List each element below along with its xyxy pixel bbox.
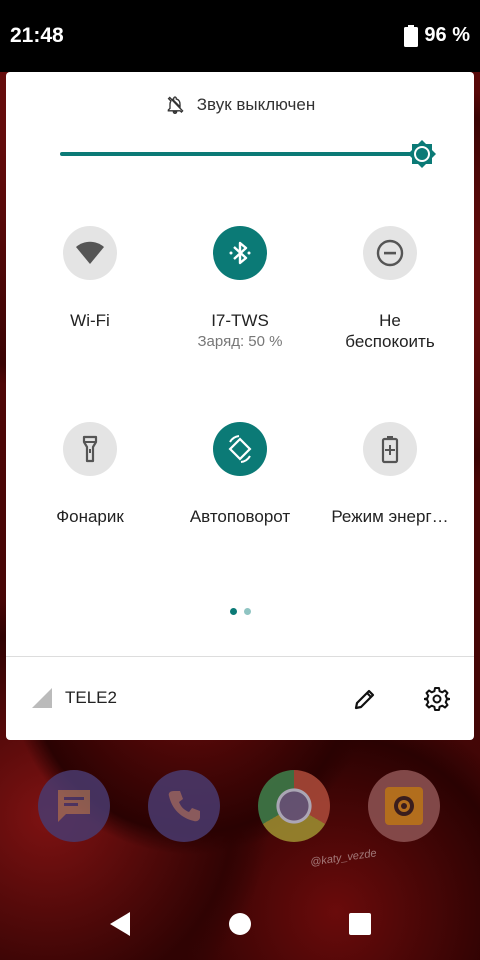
wifi-icon xyxy=(76,241,104,264)
tile-wifi-button[interactable] xyxy=(63,226,117,280)
status-time: 21:48 xyxy=(10,24,64,47)
tile-bluetooth-label: I7-TWS xyxy=(211,311,269,330)
carrier-name: TELE2 xyxy=(65,688,117,707)
auto-rotate-icon xyxy=(228,435,252,463)
tile-battery-saver-label: Режим энерг… xyxy=(331,507,449,526)
tile-dnd-button[interactable] xyxy=(363,226,417,280)
dock-app-phone[interactable] xyxy=(148,770,220,842)
navigation-bar xyxy=(0,896,480,952)
pencil-icon[interactable] xyxy=(352,686,378,712)
footer-row: TELE2 xyxy=(6,678,474,718)
recents-icon[interactable] xyxy=(346,910,374,938)
watermark: @katy_vezde xyxy=(309,847,378,869)
brightness-track xyxy=(60,152,422,156)
page-dot[interactable] xyxy=(243,608,251,615)
tile-auto-rotate-button[interactable] xyxy=(213,422,267,476)
bluetooth-icon xyxy=(229,241,251,265)
dock-app-messages[interactable] xyxy=(38,770,110,842)
tile-flashlight[interactable]: Фонарик xyxy=(12,422,168,527)
page-indicator xyxy=(6,608,474,615)
page-dot-active[interactable] xyxy=(229,608,237,615)
camera-icon xyxy=(385,787,423,825)
tile-bluetooth-sublabel: Заряд: 50 % xyxy=(197,333,283,350)
sound-status-label: Звук выключен xyxy=(196,95,316,114)
tile-bluetooth[interactable]: I7-TWS Заряд: 50 % xyxy=(162,226,318,350)
bell-off-icon xyxy=(167,96,184,115)
do-not-disturb-icon xyxy=(376,239,404,267)
tile-bluetooth-button[interactable] xyxy=(213,226,267,280)
tile-auto-rotate-label: Автоповорот xyxy=(189,507,291,526)
phone-icon xyxy=(168,791,200,822)
quick-settings-panel: Звук выключен Wi-Fi I7-TWS Заряд: 50 % Н… xyxy=(6,72,474,740)
tile-battery-saver[interactable]: Режим энерг… xyxy=(312,422,468,527)
divider xyxy=(6,656,474,657)
brightness-thumb-icon[interactable] xyxy=(408,140,436,168)
tile-wifi[interactable]: Wi-Fi xyxy=(12,226,168,331)
battery-percentage: 96 % xyxy=(424,24,470,46)
flashlight-icon xyxy=(82,435,98,463)
tile-battery-saver-button[interactable] xyxy=(363,422,417,476)
signal-icon xyxy=(32,688,52,708)
battery-saver-icon xyxy=(381,436,399,464)
home-icon[interactable] xyxy=(226,910,254,938)
gear-icon[interactable] xyxy=(424,686,450,712)
chrome-icon xyxy=(294,806,295,807)
status-bar: 21:48 96 % xyxy=(0,0,480,72)
tile-auto-rotate[interactable]: Автоповорот xyxy=(162,422,318,527)
dock-app-camera[interactable] xyxy=(368,770,440,842)
status-right: 96 % xyxy=(404,24,470,47)
sound-status-row[interactable]: Звук выключен xyxy=(6,92,474,118)
tile-flashlight-button[interactable] xyxy=(63,422,117,476)
back-icon[interactable] xyxy=(106,910,134,938)
messages-icon xyxy=(58,790,90,822)
tile-do-not-disturb[interactable]: Не беспокоить xyxy=(312,226,468,352)
tile-flashlight-label: Фонарик xyxy=(56,507,124,526)
tile-dnd-label: Не беспокоить xyxy=(345,311,435,351)
tile-wifi-label: Wi-Fi xyxy=(70,311,110,330)
brightness-slider[interactable] xyxy=(60,140,436,168)
dock-app-chrome[interactable] xyxy=(258,770,330,842)
battery-icon xyxy=(404,24,419,47)
